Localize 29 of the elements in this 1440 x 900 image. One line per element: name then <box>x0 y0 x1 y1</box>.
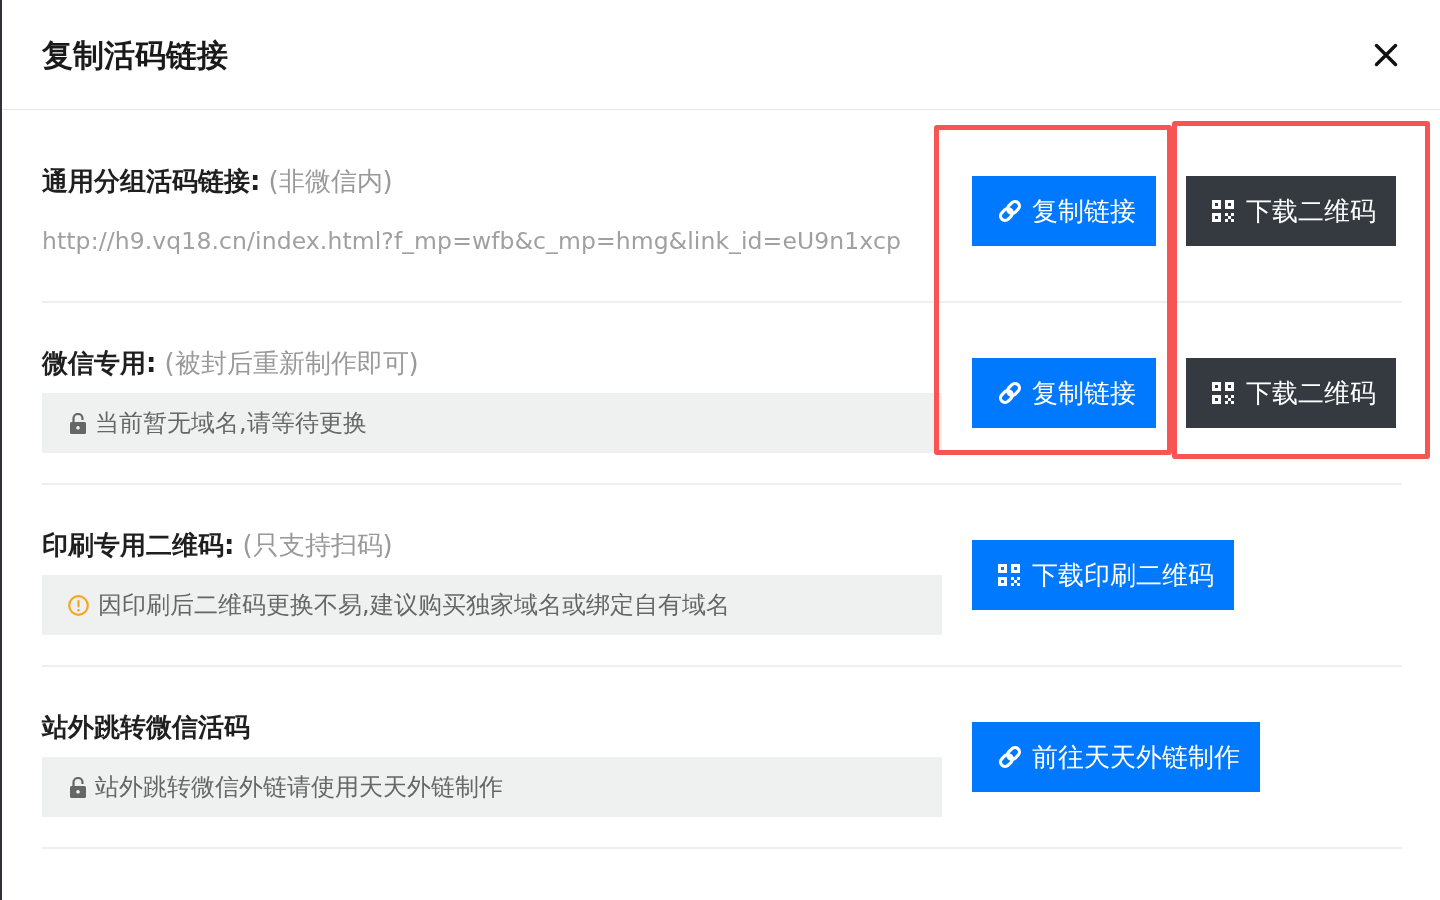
copy-link-button[interactable]: 复制链接 <box>972 176 1156 246</box>
qr-code-icon <box>1212 382 1234 404</box>
close-icon <box>1374 42 1398 67</box>
download-qr-button[interactable]: 下载二维码 <box>1186 176 1396 246</box>
notice-text: 当前暂无域名,请等待更换 <box>95 408 367 439</box>
download-qr-button[interactable]: 下载二维码 <box>1186 358 1396 428</box>
section-note: (只支持扫码) <box>242 529 393 562</box>
lock-icon <box>70 776 86 798</box>
warning-icon <box>68 594 89 616</box>
copy-link-button[interactable]: 前往天天外链制作 <box>972 722 1260 792</box>
link-icon <box>996 379 1024 407</box>
section-label: 通用分组活码链接: <box>42 165 261 198</box>
qr-code-icon <box>998 564 1020 586</box>
section-note: (被封后重新制作即可) <box>164 347 419 380</box>
lock-icon <box>70 412 86 434</box>
link-icon <box>996 743 1024 771</box>
download-qr-button[interactable]: 下载印刷二维码 <box>972 540 1234 610</box>
section-label: 微信专用: <box>42 347 157 380</box>
link-icon <box>996 197 1024 225</box>
notice-text: 因印刷后二维码更换不易,建议购买独家域名或绑定自有域名 <box>98 590 730 621</box>
link-url: http://h9.vq18.cn/index.html?f_mp=wfb&c_mp=hmg&link_id=eU9n1xcp <box>42 226 902 257</box>
section-note: (非微信内) <box>268 165 393 198</box>
section-label: 站外跳转微信活码 <box>42 711 250 744</box>
notice-text: 站外跳转微信外链请使用天天外链制作 <box>95 772 503 803</box>
section-label: 印刷专用二维码: <box>42 529 235 562</box>
qr-code-icon <box>1212 200 1234 222</box>
dialog-title: 复制活码链接 <box>42 35 228 75</box>
copy-link-button[interactable]: 复制链接 <box>972 358 1156 428</box>
close-button[interactable] <box>1374 42 1398 67</box>
